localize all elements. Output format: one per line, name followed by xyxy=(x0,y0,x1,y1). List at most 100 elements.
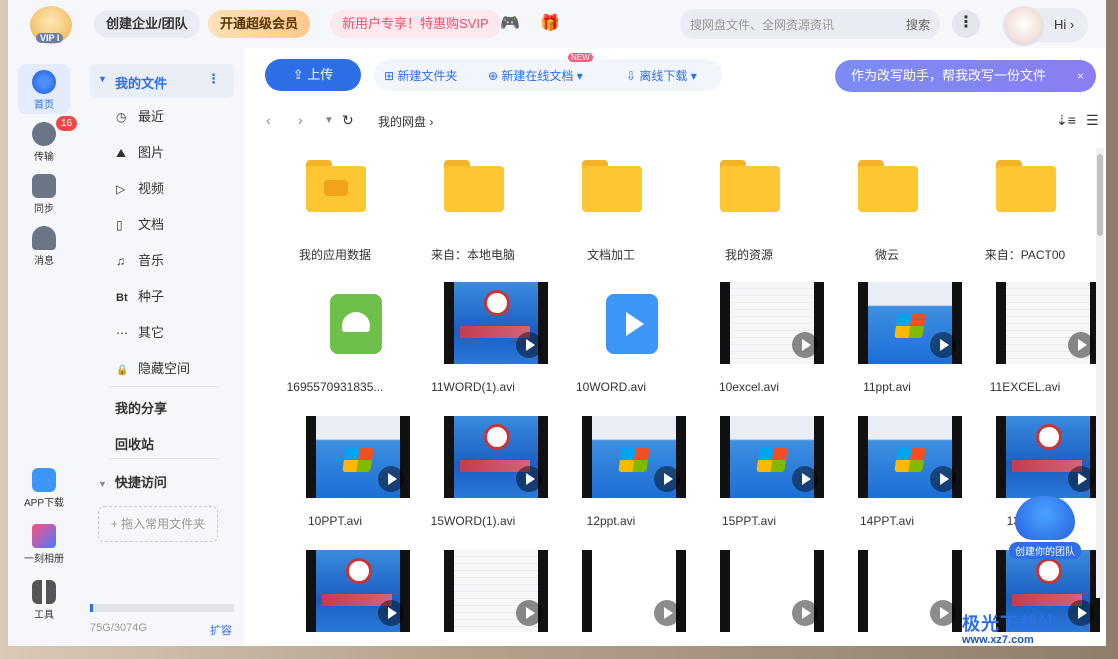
rail-item-message[interactable]: 消息 xyxy=(18,220,70,270)
message-icon xyxy=(32,226,56,250)
nav-item-video[interactable]: ▷ 视频 xyxy=(116,177,164,201)
nav-my-files[interactable]: ▼ 我的文件 ⋮ xyxy=(90,64,234,98)
vip-avatar-logo[interactable]: VIP I xyxy=(30,6,72,44)
path-bar: ‹ › ▼ ↻ 我的网盘 › ⇣≡ ☰ xyxy=(244,104,1106,136)
new-online-doc-button[interactable]: ⊕ 新建在线文档 ▾ xyxy=(488,67,583,84)
offline-download-button[interactable]: ⇩ 离线下载 ▾ xyxy=(626,67,697,84)
folder-item[interactable]: 来自：本地电脑 xyxy=(396,148,520,278)
storage-progress-fill xyxy=(90,604,94,612)
nav-item-torrent[interactable]: Bt 种子 xyxy=(116,285,164,309)
file-item[interactable] xyxy=(810,550,962,646)
nav-item-other[interactable]: ⋯ 其它 xyxy=(116,321,164,345)
file-item[interactable] xyxy=(396,550,548,646)
nav-item-music[interactable]: ♫ 音乐 xyxy=(116,249,164,273)
rail-item-album[interactable]: 一刻相册 xyxy=(18,518,70,568)
rail-item-transfer[interactable]: 16 传输 xyxy=(18,116,78,166)
file-item[interactable]: 11ppt.avi xyxy=(810,282,962,412)
video-preview xyxy=(720,282,824,364)
storage-progress-bar xyxy=(90,604,234,612)
nav-item-label: 文档 xyxy=(138,217,165,232)
nav-my-files-label: 我的文件 xyxy=(115,76,168,91)
lock-icon: 🔒 xyxy=(116,365,129,376)
folder-item[interactable]: 文档加工 xyxy=(534,148,658,278)
folder-item[interactable]: 我的资源 xyxy=(672,148,796,278)
rail-item-label: APP下载 xyxy=(23,498,64,509)
windows-logo-icon xyxy=(756,448,788,472)
folder-icon xyxy=(306,160,366,212)
search-button[interactable]: 搜索 xyxy=(906,16,930,33)
rail-item-sync[interactable]: 同步 xyxy=(18,168,70,218)
new-doc-label: 新建在线文档 xyxy=(501,69,574,83)
file-name: 来自：本地电脑 xyxy=(430,248,515,262)
upload-button[interactable]: ⇪ 上传 xyxy=(265,59,361,91)
breadcrumb-separator: › xyxy=(429,115,434,129)
quick-access-header[interactable]: ▼ 快捷访问 xyxy=(98,472,167,491)
list-view-icon[interactable]: ☰ xyxy=(1086,112,1099,129)
file-item[interactable] xyxy=(672,550,824,646)
rail-item-app-download[interactable]: APP下载 xyxy=(18,462,70,512)
ai-rewrite-banner[interactable]: 作为改写助手，帮我改写一份文件 × xyxy=(835,60,1096,92)
file-item[interactable] xyxy=(258,550,410,646)
expand-storage-link[interactable]: 扩容 xyxy=(210,622,232,638)
vertical-scrollbar[interactable] xyxy=(1096,148,1104,598)
new-badge: NEW xyxy=(568,53,593,62)
back-arrow-icon[interactable]: ‹ xyxy=(266,112,271,128)
folder-icon xyxy=(858,160,918,212)
search-box[interactable]: 搜网盘文件、全网资源资讯 搜索 xyxy=(680,9,940,39)
game-icon[interactable]: 🎮 xyxy=(498,12,522,36)
video-preview xyxy=(720,416,824,498)
scrollbar-thumb[interactable] xyxy=(1097,154,1103,236)
svip-offer-button[interactable]: 新用户专享！特惠购SVIP xyxy=(330,10,501,38)
nav-recycle-bin[interactable]: 回收站 xyxy=(115,434,154,453)
site-watermark: 极光下载站 www.xz7.com xyxy=(962,610,1057,646)
history-dropdown-icon[interactable]: ▼ xyxy=(324,115,334,126)
windows-logo-icon xyxy=(894,314,926,338)
nav-item-recent[interactable]: ◷ 最近 xyxy=(116,105,164,129)
pin-folder-dropzone[interactable]: + 拖入常用文件夹 xyxy=(98,506,218,542)
divider xyxy=(108,386,220,387)
nav-item-images[interactable]: ⛰ 图片 xyxy=(116,141,164,165)
file-item[interactable]: 12ppt.avi xyxy=(534,416,686,546)
nav-item-hidden-space[interactable]: 🔒 隐藏空间 xyxy=(116,357,190,381)
open-vip-button[interactable]: 开通超级会员 xyxy=(208,10,311,38)
video-preview xyxy=(306,550,410,632)
create-team-button[interactable]: 创建企业/团队 xyxy=(94,10,200,38)
file-item[interactable]: 15WORD(1).avi xyxy=(396,416,548,546)
file-item[interactable]: 14PPT.avi xyxy=(810,416,962,546)
vip-level-badge: VIP I xyxy=(36,33,64,43)
new-folder-button[interactable]: ⊞ 新建文件夹 xyxy=(384,67,457,84)
clock-icon: ◷ xyxy=(116,110,127,124)
nav-more-icon[interactable]: ⋮ xyxy=(207,71,220,87)
file-item[interactable]: 15PPT.avi xyxy=(672,416,824,546)
file-item[interactable]: 10PPT.avi xyxy=(258,416,410,546)
create-team-float-button[interactable]: 创建你的团队 xyxy=(1008,496,1082,568)
folder-item[interactable]: 微云 xyxy=(810,148,934,278)
sort-icon[interactable]: ⇣≡ xyxy=(1056,112,1076,129)
breadcrumb[interactable]: 我的网盘 › xyxy=(378,113,433,130)
gift-icon[interactable]: 🎁 xyxy=(538,12,562,36)
file-item[interactable]: 1695570931835... xyxy=(258,282,383,412)
team-cloud-icon xyxy=(1015,496,1075,540)
file-item[interactable]: 10excel.avi xyxy=(672,282,824,412)
rail-item-label: 消息 xyxy=(34,256,54,267)
file-item[interactable] xyxy=(534,550,686,646)
close-icon[interactable]: × xyxy=(1077,60,1084,92)
forward-arrow-icon[interactable]: › xyxy=(298,112,303,128)
file-item[interactable]: 10WORD.avi xyxy=(534,282,658,412)
search-input[interactable]: 搜网盘文件、全网资源资讯 xyxy=(690,16,834,33)
rail-item-home[interactable]: 首页 xyxy=(18,64,70,114)
file-item[interactable]: 11EXCEL.avi xyxy=(948,282,1100,412)
folder-item[interactable]: 我的应用数据 xyxy=(258,148,382,278)
nav-item-docs[interactable]: ▯ 文档 xyxy=(116,213,164,237)
more-menu-button[interactable]: ⋮ xyxy=(952,10,980,38)
folder-item[interactable]: 来自：PACT00 xyxy=(948,148,1072,278)
nav-my-share[interactable]: 我的分享 xyxy=(115,398,167,417)
rail-item-tools[interactable]: 工具 xyxy=(18,574,70,624)
file-name: 15WORD(1).avi xyxy=(430,514,516,528)
file-item[interactable]: 11WORD(1).avi xyxy=(396,282,548,412)
video-preview xyxy=(582,416,686,498)
refresh-icon[interactable]: ↻ xyxy=(342,112,354,129)
nav-item-label: 其它 xyxy=(138,325,165,340)
app-download-icon xyxy=(32,468,56,492)
user-hi-button[interactable]: Hi › xyxy=(1002,6,1088,46)
